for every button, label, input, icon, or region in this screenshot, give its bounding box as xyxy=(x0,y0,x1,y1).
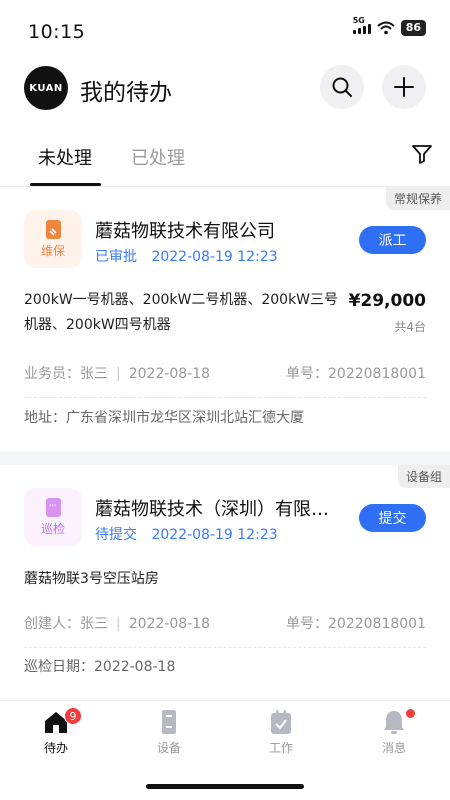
card-status-line: 待提交 2022-08-19 12:23 xyxy=(95,524,278,544)
status-time: 2022-08-19 12:23 xyxy=(151,249,278,265)
status-text: 待提交 xyxy=(95,527,137,543)
nav-label: 待办 xyxy=(43,741,68,755)
order-number: 单号：20220818001 xyxy=(286,616,426,632)
tab-bar: 未处理 已处理 xyxy=(0,128,450,186)
company-name: 蘑菇物联技术（深圳）有限公司 xyxy=(95,499,345,520)
app-logo: KUAN xyxy=(24,66,68,110)
status-time: 10:15 xyxy=(28,21,86,43)
svg-text:‹‹‹: ‹‹‹ xyxy=(49,502,56,509)
plus-icon xyxy=(394,77,414,97)
divider xyxy=(24,397,426,398)
card-type-label: 维保 xyxy=(40,243,65,258)
nav-item-device[interactable]: 设备 xyxy=(129,709,209,756)
submit-button[interactable]: 提交 xyxy=(359,504,426,532)
address: 地址：广东省深圳市龙华区深圳北站汇德大厦 xyxy=(24,410,304,426)
unread-dot xyxy=(406,709,415,718)
card-meta: 业务员：张三 | 2022-08-18 单号：20220818001 xyxy=(24,363,426,383)
card-category-tag: 设备组 xyxy=(397,465,450,488)
card-type-label: 巡检 xyxy=(40,521,65,536)
nav-item-todo[interactable]: 9 待办 xyxy=(16,707,96,756)
card-status-line: 已审批 2022-08-19 12:23 xyxy=(95,246,278,266)
filter-button[interactable] xyxy=(410,142,434,166)
device-icon xyxy=(162,710,176,734)
quantity: 共4台 xyxy=(394,320,426,334)
maintenance-icon: 维保 xyxy=(24,210,82,268)
status-bar: 10:15 5G 86 xyxy=(0,0,450,50)
wifi-icon xyxy=(377,21,395,35)
station-name: 蘑菇物联3号空压站房 xyxy=(24,571,159,587)
todo-card[interactable]: 设备组 ‹‹‹ 巡检 蘑菇物联技术（深圳）有限公司 待提交 2022-08-19… xyxy=(0,465,450,699)
todo-card[interactable]: 常规保养 维保 蘑菇物联技术有限公司 已审批 2022-08-19 12:23 … xyxy=(0,187,450,451)
cellular-signal-icon: 5G xyxy=(352,16,371,34)
filter-icon xyxy=(412,145,432,164)
tab-processed[interactable]: 已处理 xyxy=(131,144,185,170)
bell-icon xyxy=(384,711,404,734)
clipboard-check-icon xyxy=(271,710,291,734)
search-icon xyxy=(332,77,352,97)
network-type: 5G xyxy=(352,16,365,25)
order-number: 单号：20220818001 xyxy=(286,366,426,382)
inspection-icon: ‹‹‹ 巡检 xyxy=(24,488,82,546)
inspection-date: 巡检日期：2022-08-18 xyxy=(24,659,176,675)
equipment-list: 200kW一号机器、200kW二号机器、200kW三号机器、200kW四号机器 xyxy=(24,292,339,333)
company-name: 蘑菇物联技术有限公司 xyxy=(95,221,275,242)
divider xyxy=(24,647,426,648)
status-time: 2022-08-19 12:23 xyxy=(151,527,278,543)
tab-pending[interactable]: 未处理 xyxy=(38,144,92,170)
nav-label: 设备 xyxy=(156,741,181,755)
status-icons: 5G 86 xyxy=(352,16,426,36)
battery-level: 86 xyxy=(400,20,426,36)
status-text: 已审批 xyxy=(95,249,137,265)
card-separator xyxy=(0,451,450,465)
page-title: 我的待办 xyxy=(80,80,172,106)
nav-item-work[interactable]: 工作 xyxy=(241,709,321,756)
salesperson: 业务员：张三 xyxy=(24,366,108,382)
meta-date: 2022-08-18 xyxy=(128,366,211,382)
dispatch-button[interactable]: 派工 xyxy=(359,226,426,254)
creator: 创建人：张三 xyxy=(24,616,108,632)
page-header: KUAN 我的待办 xyxy=(0,60,450,116)
nav-label: 工作 xyxy=(268,741,293,755)
notification-badge: 9 xyxy=(64,707,82,725)
card-category-tag: 常规保养 xyxy=(385,187,450,210)
home-indicator[interactable] xyxy=(146,784,304,789)
add-button[interactable] xyxy=(382,65,426,109)
nav-label: 消息 xyxy=(381,741,406,755)
meta-date: 2022-08-18 xyxy=(128,616,211,632)
amount: ¥29,000 xyxy=(348,291,426,311)
nav-item-messages[interactable]: 消息 xyxy=(354,709,434,756)
search-button[interactable] xyxy=(320,65,364,109)
card-meta: 创建人：张三 | 2022-08-18 单号：20220818001 xyxy=(24,613,426,633)
